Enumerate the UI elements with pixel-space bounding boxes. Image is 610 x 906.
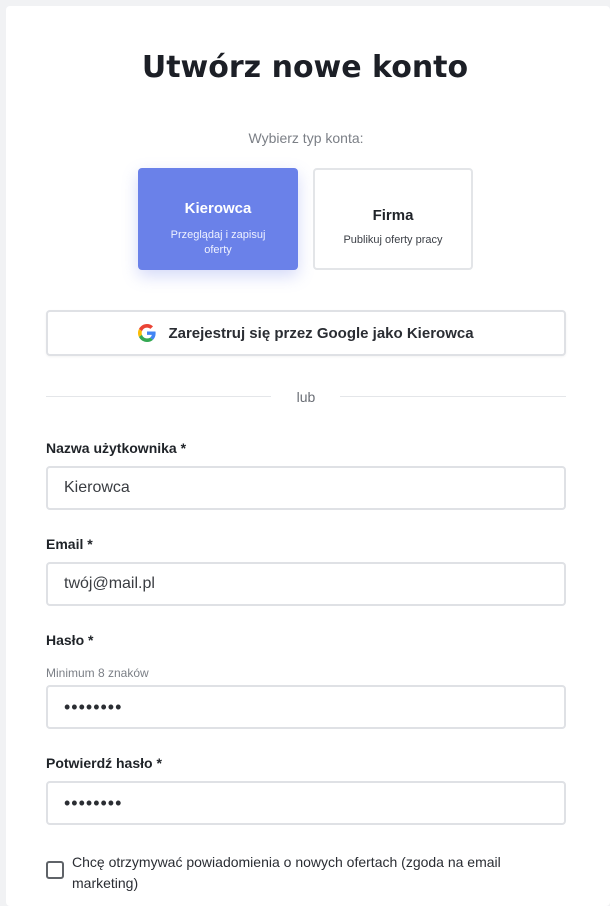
account-type-company-subtitle: Publikuj oferty pracy: [343, 234, 443, 246]
password-label: Hasło *: [46, 632, 94, 648]
google-signup-button[interactable]: Zarejestruj się przez Google jako Kierow…: [46, 310, 566, 356]
google-logo-icon: [138, 324, 157, 342]
divider-text: lub: [296, 389, 316, 405]
password-hint: Minimum 8 znaków: [46, 666, 149, 680]
username-label: Nazwa użytkownika *: [46, 440, 187, 456]
google-signup-label: Zarejestruj się przez Google jako Kierow…: [168, 324, 474, 342]
email-label: Email *: [46, 536, 93, 552]
email-input[interactable]: [46, 562, 566, 606]
account-type-company-title: Firma: [372, 207, 414, 224]
confirm-password-label: Potwierdź hasło *: [46, 755, 162, 771]
account-type-company-option[interactable]: Firma Publikuj oferty pracy: [313, 168, 473, 270]
divider-right: [340, 396, 566, 397]
marketing-consent: Chcę otrzymywać powiadomienia o nowych o…: [46, 852, 566, 894]
account-type-driver-option[interactable]: Kierowca Przeglądaj i zapisuj oferty: [138, 168, 298, 270]
username-input[interactable]: [46, 466, 566, 510]
page-title: Utwórz nowe konto: [141, 50, 469, 85]
password-input[interactable]: [46, 685, 566, 729]
marketing-consent-checkbox[interactable]: [46, 861, 64, 879]
account-type-driver-subtitle: Przeglądaj i zapisuj oferty: [170, 229, 266, 256]
account-type-driver-title: Kierowca: [184, 200, 252, 217]
marketing-consent-label: Chcę otrzymywać powiadomienia o nowych o…: [72, 854, 501, 891]
account-type-prompt: Wybierz typ konta:: [248, 130, 364, 146]
divider-left: [46, 396, 271, 397]
confirm-password-input[interactable]: [46, 781, 566, 825]
